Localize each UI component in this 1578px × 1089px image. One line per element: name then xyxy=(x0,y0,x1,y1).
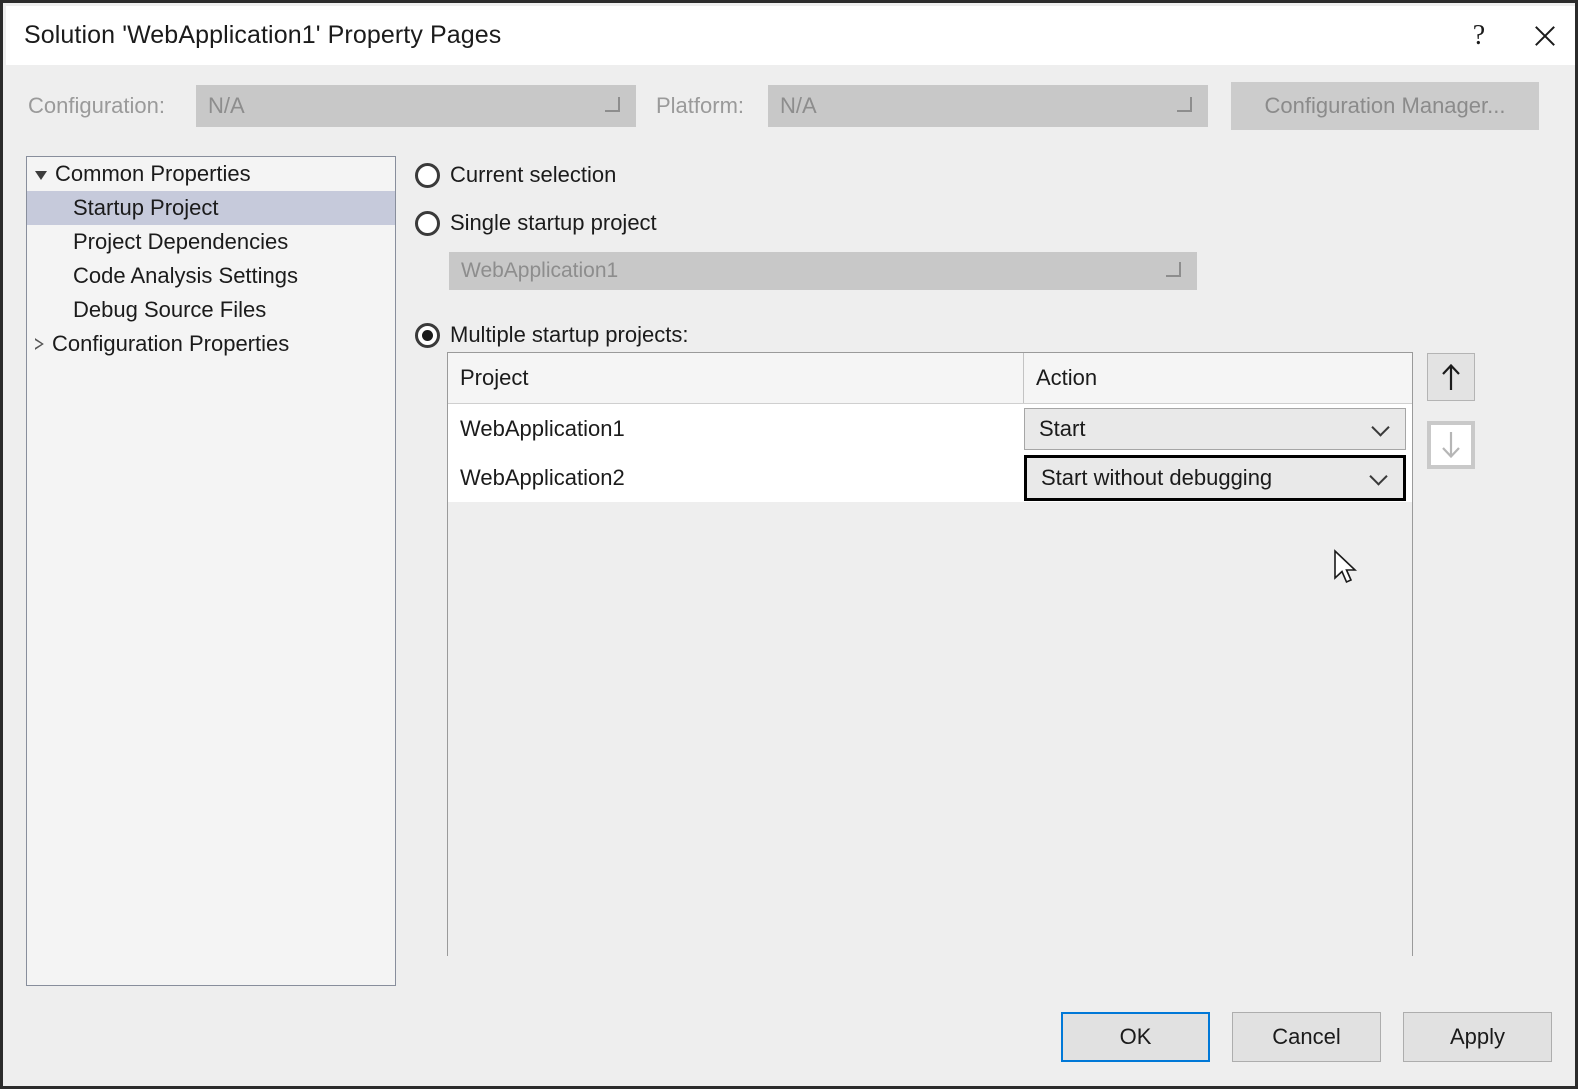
move-down-button[interactable] xyxy=(1427,421,1475,469)
configuration-bar: Configuration: N/A Platform: N/A Configu… xyxy=(6,65,1575,147)
platform-dropdown[interactable]: N/A xyxy=(768,85,1208,127)
triangle-down-icon xyxy=(35,170,47,180)
chevron-down-icon xyxy=(1166,262,1181,277)
apply-button[interactable]: Apply xyxy=(1403,1012,1552,1062)
sidebar-item-common-properties[interactable]: Common Properties xyxy=(27,157,395,191)
sidebar-item-label: Common Properties xyxy=(55,161,251,186)
sidebar-item-code-analysis-settings[interactable]: Code Analysis Settings xyxy=(27,259,395,293)
triangle-right-icon xyxy=(35,338,44,350)
sidebar-item-project-dependencies[interactable]: Project Dependencies xyxy=(27,225,395,259)
configuration-dropdown[interactable]: N/A xyxy=(196,85,636,127)
title-bar-buttons: ? xyxy=(1446,6,1575,65)
configuration-value: N/A xyxy=(208,93,245,118)
help-button[interactable]: ? xyxy=(1446,6,1512,65)
dialog-footer: OK Cancel Apply xyxy=(6,991,1575,1083)
table-row[interactable]: WebApplication2 Start without debugging xyxy=(448,453,1412,502)
startup-projects-grid: Project Action WebApplication1 Start Web… xyxy=(447,352,1413,1086)
radio-multiple-startup-projects[interactable]: Multiple startup projects: xyxy=(415,316,1555,354)
radio-label: Multiple startup projects: xyxy=(450,322,689,347)
sidebar-item-configuration-properties[interactable]: Configuration Properties xyxy=(27,327,395,361)
page-title: Solution 'WebApplication1' Property Page… xyxy=(24,21,502,49)
column-header-action[interactable]: Action xyxy=(1024,353,1412,403)
chevron-down-icon xyxy=(1369,466,1388,486)
action-dropdown-row-1[interactable]: Start xyxy=(1024,407,1406,450)
platform-value: N/A xyxy=(780,93,817,118)
property-pages-dialog: Solution 'WebApplication1' Property Page… xyxy=(0,0,1578,1089)
action-value: Start xyxy=(1039,415,1086,441)
single-startup-project-value: WebApplication1 xyxy=(461,259,619,282)
grid-body: WebApplication1 Start WebApplication2 St… xyxy=(448,404,1412,502)
sidebar-item-label: Project Dependencies xyxy=(73,229,289,254)
sidebar-item-label: Code Analysis Settings xyxy=(73,263,299,288)
cell-action: Start without debugging xyxy=(1024,453,1412,502)
action-dropdown-row-2[interactable]: Start without debugging xyxy=(1024,454,1406,501)
move-up-button[interactable] xyxy=(1427,353,1475,401)
sidebar-item-label: Configuration Properties xyxy=(52,331,290,356)
sidebar-item-label: Startup Project xyxy=(73,195,219,220)
radio-current-selection[interactable]: Current selection xyxy=(415,156,1555,194)
chevron-down-icon xyxy=(605,97,620,112)
close-button[interactable] xyxy=(1512,6,1575,65)
action-value: Start without debugging xyxy=(1041,464,1273,490)
chevron-down-icon xyxy=(1371,417,1390,437)
reorder-buttons xyxy=(1427,353,1475,469)
radio-icon xyxy=(415,322,440,348)
arrow-up-icon xyxy=(1442,363,1460,390)
arrow-down-icon xyxy=(1442,432,1460,459)
question-mark-icon: ? xyxy=(1472,19,1486,51)
ok-button[interactable]: OK xyxy=(1061,1012,1210,1062)
close-icon xyxy=(1532,23,1558,49)
radio-icon xyxy=(415,210,440,236)
radio-single-startup-project[interactable]: Single startup project xyxy=(415,204,1555,242)
configuration-label: Configuration: xyxy=(28,93,165,118)
cell-project-name: WebApplication1 xyxy=(460,415,625,441)
chevron-down-icon xyxy=(1177,97,1192,112)
startup-project-options: Current selection Single startup project… xyxy=(415,156,1555,364)
radio-icon xyxy=(415,162,440,188)
cell-action: Start xyxy=(1024,404,1412,453)
radio-label: Single startup project xyxy=(450,210,657,235)
cancel-button[interactable]: Cancel xyxy=(1232,1012,1381,1062)
column-header-project[interactable]: Project xyxy=(448,353,1024,403)
property-tree-panel: Common Properties Startup Project Projec… xyxy=(26,156,396,986)
table-row[interactable]: WebApplication1 Start xyxy=(448,404,1412,453)
single-startup-project-dropdown[interactable]: WebApplication1 xyxy=(449,252,1197,290)
single-startup-project-field: WebApplication1 xyxy=(449,252,1555,290)
title-bar: Solution 'WebApplication1' Property Page… xyxy=(6,6,1575,65)
platform-label: Platform: xyxy=(656,93,745,118)
configuration-manager-button[interactable]: Configuration Manager... xyxy=(1231,82,1539,130)
radio-label: Current selection xyxy=(450,162,617,187)
sidebar-item-startup-project[interactable]: Startup Project xyxy=(27,191,395,225)
grid-header-row: Project Action xyxy=(448,353,1412,404)
sidebar-item-debug-source-files[interactable]: Debug Source Files xyxy=(27,293,395,327)
cell-project-name: WebApplication2 xyxy=(460,464,625,490)
sidebar-item-label: Debug Source Files xyxy=(73,297,267,322)
